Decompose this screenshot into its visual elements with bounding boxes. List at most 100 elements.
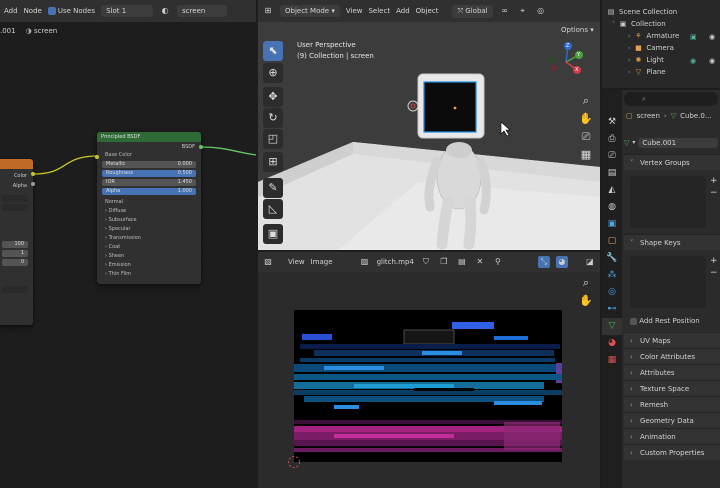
overlay-icon[interactable]: ◕	[555, 256, 568, 268]
properties-editor[interactable]: ⚒ ⎙ ⎚ ▤ ◭ ◍ ▣ ▢ 🔧 ⁂ ◎ ⊷ ▽ ◕ ▦ ⌕ ▢ screen…	[602, 90, 720, 488]
outliner-item[interactable]: › ⚘ Armature	[602, 30, 720, 42]
image-editor[interactable]: ▧ View Image ▨ glitch.mp4 ⛉ ❐ ▤ ✕ ⚲ ⤡ ◕ …	[258, 252, 600, 488]
add-cube-tool-icon[interactable]: ▣	[263, 224, 283, 244]
image-texture-node[interactable]: Color Alpha 100 1 0	[0, 159, 33, 325]
outliner-scene-collection[interactable]: ▤ Scene Collection	[602, 6, 720, 18]
subpanel-diffuse[interactable]: › Diffuse	[97, 206, 201, 215]
image-source[interactable]	[2, 204, 28, 211]
open-image-folder-icon[interactable]: ▤	[456, 256, 468, 268]
socket-basecolor-in[interactable]	[95, 155, 99, 159]
menu-object[interactable]: Object	[416, 7, 439, 15]
physics-tab-icon[interactable]: ◎	[602, 284, 622, 301]
principled-bsdf-node[interactable]: Principled BSDF BSDF Base Color Metallic…	[97, 132, 201, 284]
panel-geometry-data[interactable]: › Geometry Data	[624, 412, 720, 428]
unlink-image-icon[interactable]: ✕	[474, 256, 486, 268]
measure-tool-icon[interactable]: ◺	[263, 199, 283, 219]
annotate-tool-icon[interactable]: ✎	[263, 178, 283, 198]
output-tab-icon[interactable]: ⎚	[602, 148, 622, 165]
add-icon[interactable]: +	[710, 256, 718, 266]
checkbox-icon[interactable]	[630, 317, 637, 325]
remove-icon[interactable]: −	[710, 188, 718, 198]
panel-remesh[interactable]: › Remesh	[624, 396, 720, 412]
offset-field[interactable]: 0	[2, 259, 28, 266]
menu-add[interactable]: Add	[396, 7, 410, 15]
cursor-tool-icon[interactable]: ⊕	[263, 63, 283, 83]
collection-tab-icon[interactable]: ▣	[602, 216, 622, 233]
texture-tab-icon[interactable]: ▦	[602, 352, 622, 369]
modifier-tab-icon[interactable]: 🔧	[602, 250, 622, 267]
zoom-icon[interactable]: ⌕	[576, 274, 596, 292]
socket-bsdf-out[interactable]	[199, 145, 203, 149]
panel-color-attributes[interactable]: › Color Attributes	[624, 348, 720, 364]
snap-icon[interactable]: ⌖	[517, 5, 529, 17]
constraints-tab-icon[interactable]: ⊷	[602, 301, 622, 318]
view-layer-tab-icon[interactable]: ▤	[602, 165, 622, 182]
fake-user-shield-icon[interactable]: ⛉	[420, 256, 432, 268]
socket-alpha-out[interactable]	[31, 182, 35, 186]
outliner-item[interactable]: › ■ Camera	[602, 42, 720, 54]
panel-vertex-groups[interactable]: ˅ Vertex Groups	[624, 154, 720, 170]
perspective-grid-icon[interactable]: ▦	[576, 146, 596, 164]
panel-texture-space[interactable]: › Texture Space	[624, 380, 720, 396]
remove-icon[interactable]: −	[710, 268, 718, 278]
panel-uv-maps[interactable]: › UV Maps	[624, 332, 720, 348]
scene-tab-icon[interactable]: ◭	[602, 182, 622, 199]
subpanel-coat[interactable]: › Coat	[97, 242, 201, 251]
mesh-data-tab-icon[interactable]: ▽	[602, 318, 622, 335]
panel-shape-keys[interactable]: ˅ Shape Keys	[624, 234, 720, 250]
image-extension[interactable]	[2, 286, 28, 293]
subpanel-subsurface[interactable]: › Subsurface	[97, 215, 201, 224]
menu-view[interactable]: View	[288, 258, 305, 266]
transform-tool-icon[interactable]: ⊞	[263, 152, 283, 172]
material-tab-icon[interactable]: ◕	[602, 335, 622, 352]
subpanel-thin-film[interactable]: › Thin Film	[97, 269, 201, 278]
render-tab-icon[interactable]: ⎙	[602, 131, 622, 148]
image-editor-type-icon[interactable]: ▧	[262, 256, 274, 268]
vertex-groups-list[interactable]: + −	[624, 170, 720, 234]
visibility-camera-icon[interactable]: ▣	[690, 33, 697, 41]
scale-tool-icon[interactable]: ◰	[263, 129, 283, 149]
particles-tab-icon[interactable]: ⁂	[602, 267, 622, 284]
visibility-light-icon[interactable]: ◉	[690, 57, 696, 65]
rotate-tool-icon[interactable]: ↻	[263, 108, 283, 128]
transform-orientation-dropdown[interactable]: ⤧ Global	[452, 4, 493, 18]
proportional-edit-icon[interactable]: ◎	[535, 5, 547, 17]
tool-tab-icon[interactable]: ⚒	[602, 114, 622, 131]
panel-animation[interactable]: › Animation	[624, 428, 720, 444]
alpha-field[interactable]: Alpha 1.000	[102, 188, 196, 195]
3d-viewport[interactable]: ⊞ Object Mode ▾ View Select Add Object ⤧…	[258, 0, 600, 250]
zoom-icon[interactable]: ⌕	[576, 92, 596, 110]
metallic-field[interactable]: Metallic 0.000	[102, 161, 196, 168]
menu-image[interactable]: Image	[311, 258, 333, 266]
select-tool-icon[interactable]: ⬉	[263, 41, 283, 61]
object-tab-icon[interactable]: ▢	[602, 233, 622, 250]
node-editor[interactable]: Add Node Use Nodes Slot 1 ◐ screen .001 …	[0, 0, 256, 488]
outliner-item[interactable]: ˅ ▣ Collection	[602, 18, 720, 30]
pan-hand-icon[interactable]: ✋	[576, 110, 596, 128]
image-selector[interactable]	[2, 195, 28, 202]
menu-select[interactable]: Select	[368, 7, 390, 15]
ior-field[interactable]: IOR 1.450	[102, 179, 196, 186]
display-channels-icon[interactable]: ◪	[584, 256, 596, 268]
roughness-field[interactable]: Roughness 0.500	[102, 170, 196, 177]
start-frame-field[interactable]: 1	[2, 250, 28, 257]
hide-eye-icon[interactable]: ◉	[709, 57, 715, 65]
subpanel-emission[interactable]: › Emission	[97, 260, 201, 269]
camera-view-icon[interactable]: ⎚	[576, 128, 596, 146]
subpanel-sheen[interactable]: › Sheen	[97, 251, 201, 260]
object-mode-dropdown[interactable]: Object Mode ▾	[280, 5, 340, 17]
2d-cursor-icon[interactable]	[286, 454, 302, 470]
subpanel-specular[interactable]: › Specular	[97, 224, 201, 233]
editor-type-icon[interactable]: ⊞	[262, 5, 274, 17]
uv-sync-icon[interactable]: ⤡	[537, 256, 550, 268]
socket-color-out[interactable]	[31, 172, 35, 176]
outliner-item[interactable]: › ✺ Light	[602, 54, 720, 66]
duplicate-image-icon[interactable]: ❐	[438, 256, 450, 268]
panel-custom-properties[interactable]: › Custom Properties	[624, 444, 720, 460]
outliner-item[interactable]: › ▽ Plane	[602, 66, 720, 78]
image-browse-icon[interactable]: ▨	[359, 256, 371, 268]
frames-field[interactable]: 100	[2, 241, 28, 248]
mesh-name-field[interactable]: Cube.001	[638, 137, 718, 148]
hide-eye-icon[interactable]: ◉	[709, 33, 715, 41]
image-name-field[interactable]: glitch.mp4	[377, 258, 414, 266]
